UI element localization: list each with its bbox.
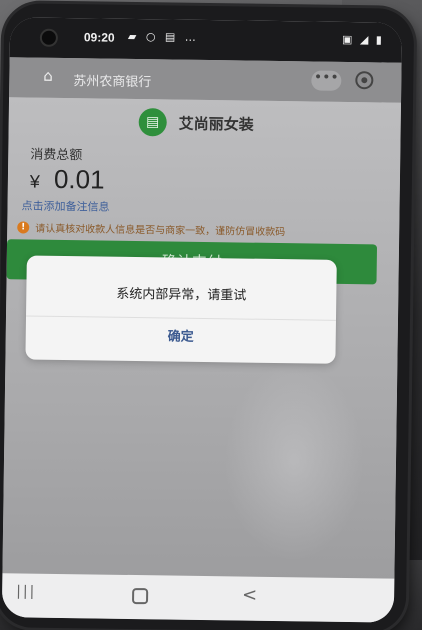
add-note-link[interactable]: 点击添加备注信息 bbox=[21, 197, 109, 214]
amount-display: ¥0.01 bbox=[30, 164, 105, 196]
dialog-message: 系统内部异常，请重试 bbox=[116, 286, 247, 304]
page-title: 苏州农商银行 bbox=[73, 74, 152, 91]
merchant-name: 艾尚丽女装 bbox=[178, 114, 254, 134]
status-time: 09:20 bbox=[83, 30, 115, 45]
home-button[interactable] bbox=[131, 588, 149, 605]
currency-symbol: ¥ bbox=[29, 171, 41, 192]
close-miniprogram-icon[interactable] bbox=[355, 71, 374, 90]
status-bar: 09:20 ▰ ○ ▤ … ▣ ◢ ▮ bbox=[9, 17, 403, 63]
back-button[interactable]: < bbox=[242, 585, 257, 606]
amount-label: 消费总额 bbox=[30, 147, 83, 164]
warning-notice: ! 请认真核对收款人信息是否与商家一致，谨防仿冒收款码 bbox=[17, 219, 285, 238]
warning-text: 请认真核对收款人信息是否与商家一致，谨防仿冒收款码 bbox=[35, 223, 286, 239]
amount-value: 0.01 bbox=[53, 163, 105, 195]
store-icon: ▤ bbox=[138, 108, 167, 137]
recent-apps-button[interactable]: ||| bbox=[16, 583, 36, 599]
navigation-bar: ||| < bbox=[1, 573, 395, 623]
phone-screen: 09:20 ▰ ○ ▤ … ▣ ◢ ▮ ⌂ 苏州农商银行 ••• ▤ 艾尚丽女装… bbox=[1, 17, 403, 623]
error-dialog: 系统内部异常，请重试 确定 bbox=[25, 255, 337, 364]
payment-content: ▤ 艾尚丽女装 消费总额 ¥0.01 点击添加备注信息 ! 请认真核对收款人信息… bbox=[1, 97, 402, 623]
home-icon[interactable]: ⌂ bbox=[43, 67, 53, 85]
more-options-icon[interactable]: ••• bbox=[311, 69, 342, 91]
dialog-divider bbox=[26, 315, 336, 321]
merchant-header: ▤ 艾尚丽女装 bbox=[138, 107, 254, 139]
dialog-confirm-button[interactable]: 确定 bbox=[26, 324, 336, 347]
camera-icon bbox=[39, 28, 59, 47]
title-bar: ⌂ 苏州农商银行 ••• bbox=[9, 57, 402, 103]
signal-battery-icons: ▣ ◢ ▮ bbox=[341, 32, 384, 47]
notification-icons: ▰ ○ ▤ … bbox=[127, 29, 199, 44]
warning-icon: ! bbox=[17, 220, 30, 234]
screen-smudge bbox=[222, 360, 366, 563]
phone: 09:20 ▰ ○ ▤ … ▣ ◢ ▮ ⌂ 苏州农商银行 ••• ▤ 艾尚丽女装… bbox=[0, 3, 415, 630]
